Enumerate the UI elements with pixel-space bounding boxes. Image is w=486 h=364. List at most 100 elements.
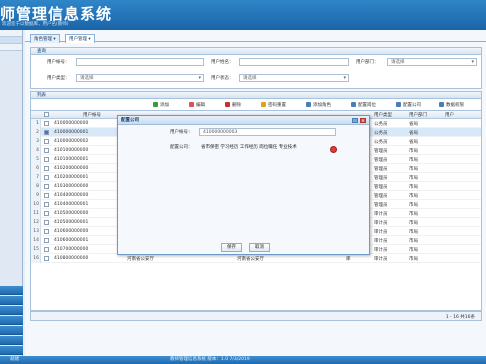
cell-dept: 市局 <box>409 239 418 244</box>
minimize-icon[interactable] <box>352 118 358 123</box>
cell-account: 410400000001 <box>54 202 89 207</box>
cell-account: 410000000001 <box>54 130 89 135</box>
tab-user-management[interactable]: 用户管理 ▾ <box>65 34 95 43</box>
dialog-roles-value[interactable]: 省市保密 学习经历 工作经历 岗位職任 专业技术 <box>201 144 297 150</box>
cell-type: 公务员 <box>374 140 388 145</box>
sidebar-section[interactable] <box>0 286 23 295</box>
cell-account: 410300000000 <box>54 184 89 189</box>
list-panel-header[interactable]: 列表 <box>30 91 482 99</box>
config-company-button[interactable]: 配置公司 <box>396 102 421 108</box>
search-panel-header[interactable]: 查询 <box>30 47 482 55</box>
config-post-button[interactable]: 配置岗位 <box>351 102 376 108</box>
row-checkbox[interactable] <box>44 220 49 225</box>
row-checkbox[interactable] <box>44 175 49 180</box>
delete-button[interactable]: 删除 <box>225 102 241 108</box>
row-number: 7 <box>31 173 41 182</box>
cell-type: 审计员 <box>374 212 388 217</box>
sidebar-section[interactable] <box>0 346 23 355</box>
close-icon[interactable]: × <box>360 118 366 123</box>
type-select[interactable]: 请选择 <box>76 74 204 82</box>
edit-icon <box>189 102 194 107</box>
cell-type: 审计员 <box>374 257 388 262</box>
sidebar-item-active[interactable] <box>0 37 22 44</box>
sidebar-section[interactable] <box>0 306 23 315</box>
row-number: 2 <box>31 128 41 137</box>
cell-dept: 市局 <box>409 185 418 190</box>
table-row[interactable]: 16 410800000000 审计员 市局 河南省公安厅 河南省公安厅 库 <box>31 254 481 263</box>
dialog-cancel-button[interactable]: 取消 <box>249 243 270 252</box>
row-checkbox[interactable] <box>44 121 49 126</box>
dialog-account-input[interactable]: 410000000003 <box>199 128 336 136</box>
row-checkbox[interactable] <box>44 211 49 216</box>
search-panel: 用户帐号： 用户姓名： 用户部门： 请选择 用户类型： 请选择 用户状态： 请选… <box>30 55 482 89</box>
row-checkbox[interactable] <box>44 202 49 207</box>
row-checkbox[interactable] <box>44 247 49 252</box>
sidebar-item[interactable] <box>0 44 22 51</box>
name-input[interactable] <box>239 58 349 66</box>
row-number: 3 <box>31 137 41 146</box>
row-number: 11 <box>31 209 41 218</box>
cell-account: 410500000000 <box>54 211 89 216</box>
cell-dept: 市局 <box>409 230 418 235</box>
select-all-checkbox[interactable] <box>44 112 49 117</box>
tab-bar: 角色管理 ▾ 用户管理 ▾ <box>25 32 486 43</box>
row-number: 4 <box>31 146 41 155</box>
row-checkbox[interactable] <box>44 184 49 189</box>
row-checkbox[interactable] <box>44 193 49 198</box>
cell-dept-name: 河南省公安厅 <box>237 257 264 262</box>
cell-account: 410000000002 <box>54 139 89 144</box>
row-checkbox[interactable] <box>44 157 49 162</box>
dept-select[interactable]: 请选择 <box>387 58 477 66</box>
cell-dept: 市局 <box>409 194 418 199</box>
cell-account: 410200000001 <box>54 175 89 180</box>
cell-type: 管理员 <box>374 158 388 163</box>
app-subtitle: 欢迎您于以数据库，用户名(教师) <box>2 22 69 27</box>
data-permission-button[interactable]: 数据权限 <box>439 102 464 108</box>
cell-dept: 市局 <box>409 221 418 226</box>
pager: 1 - 16 共16条 <box>30 311 482 321</box>
app-header: 师管理信息系统 欢迎您于以数据库，用户名(教师) <box>0 0 486 30</box>
cell-type: 管理员 <box>374 203 388 208</box>
edit-button[interactable]: 编辑 <box>189 102 205 108</box>
dialog-account-label: 用户帐号： <box>170 130 193 135</box>
post-icon <box>351 102 356 107</box>
add-role-button[interactable]: 添加角色 <box>306 102 331 108</box>
sidebar-section[interactable] <box>0 336 23 345</box>
sidebar-item[interactable] <box>0 30 22 37</box>
sidebar-section[interactable] <box>0 296 23 305</box>
mouse-cursor-icon <box>330 146 337 153</box>
dialog-save-button[interactable]: 保存 <box>221 243 242 252</box>
sidebar <box>0 30 23 356</box>
status-select[interactable]: 请选择 <box>239 74 349 82</box>
row-checkbox[interactable] <box>44 130 49 135</box>
add-icon <box>153 102 158 107</box>
row-checkbox[interactable] <box>44 148 49 153</box>
row-checkbox[interactable] <box>44 256 49 261</box>
row-checkbox[interactable] <box>44 238 49 243</box>
row-checkbox[interactable] <box>44 139 49 144</box>
row-number: 14 <box>31 236 41 245</box>
cell-type: 管理员 <box>374 167 388 172</box>
cell-code: 库 <box>346 257 351 262</box>
cell-dept: 省局 <box>409 122 418 127</box>
row-checkbox[interactable] <box>44 166 49 171</box>
cell-dept: 市局 <box>409 248 418 253</box>
cell-dept: 市局 <box>409 149 418 154</box>
cell-type: 公务员 <box>374 122 388 127</box>
row-number: 15 <box>31 245 41 254</box>
add-button[interactable]: 添加 <box>153 102 169 108</box>
cell-dept: 市局 <box>409 167 418 172</box>
list-toolbar: 添加 编辑 删除 密码重置 添加角色 配置岗位 配置公司 数据权限 <box>30 99 482 111</box>
row-number: 10 <box>31 200 41 209</box>
sidebar-section[interactable] <box>0 326 23 335</box>
status-left: 就绪 <box>10 357 19 362</box>
sidebar-section[interactable] <box>0 316 23 325</box>
tab-role-management[interactable]: 角色管理 ▾ <box>30 34 60 43</box>
reset-password-button[interactable]: 密码重置 <box>261 102 286 108</box>
row-checkbox[interactable] <box>44 229 49 234</box>
dialog-title: 配置公司 <box>118 116 369 125</box>
account-input[interactable] <box>76 58 204 66</box>
permission-icon <box>439 102 444 107</box>
cell-account: 410800000000 <box>54 256 89 261</box>
cell-account: 410100000001 <box>54 157 89 162</box>
